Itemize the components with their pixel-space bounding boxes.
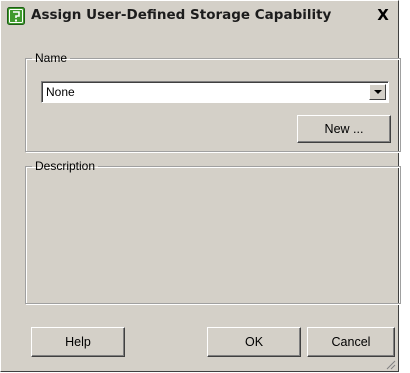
assign-capability-dialog: Assign User-Defined Storage Capability X… xyxy=(0,0,401,372)
description-group: Description xyxy=(25,159,401,304)
capability-name-dropdown[interactable]: None xyxy=(41,81,389,103)
storage-capability-icon xyxy=(7,7,25,25)
title-bar[interactable]: Assign User-Defined Storage Capability X xyxy=(1,1,398,31)
close-button[interactable]: X xyxy=(374,5,392,25)
new-capability-button[interactable]: New ... xyxy=(297,115,391,143)
name-group-label: Name xyxy=(35,51,68,65)
help-button[interactable]: Help xyxy=(31,327,125,357)
chevron-down-icon[interactable] xyxy=(369,84,386,100)
ok-button[interactable]: OK xyxy=(207,327,301,357)
resize-grip-icon[interactable] xyxy=(386,359,396,370)
dialog-title: Assign User-Defined Storage Capability xyxy=(31,7,332,23)
description-group-label: Description xyxy=(35,159,96,173)
dropdown-selected-value: None xyxy=(46,85,75,99)
cancel-button[interactable]: Cancel xyxy=(307,327,395,357)
